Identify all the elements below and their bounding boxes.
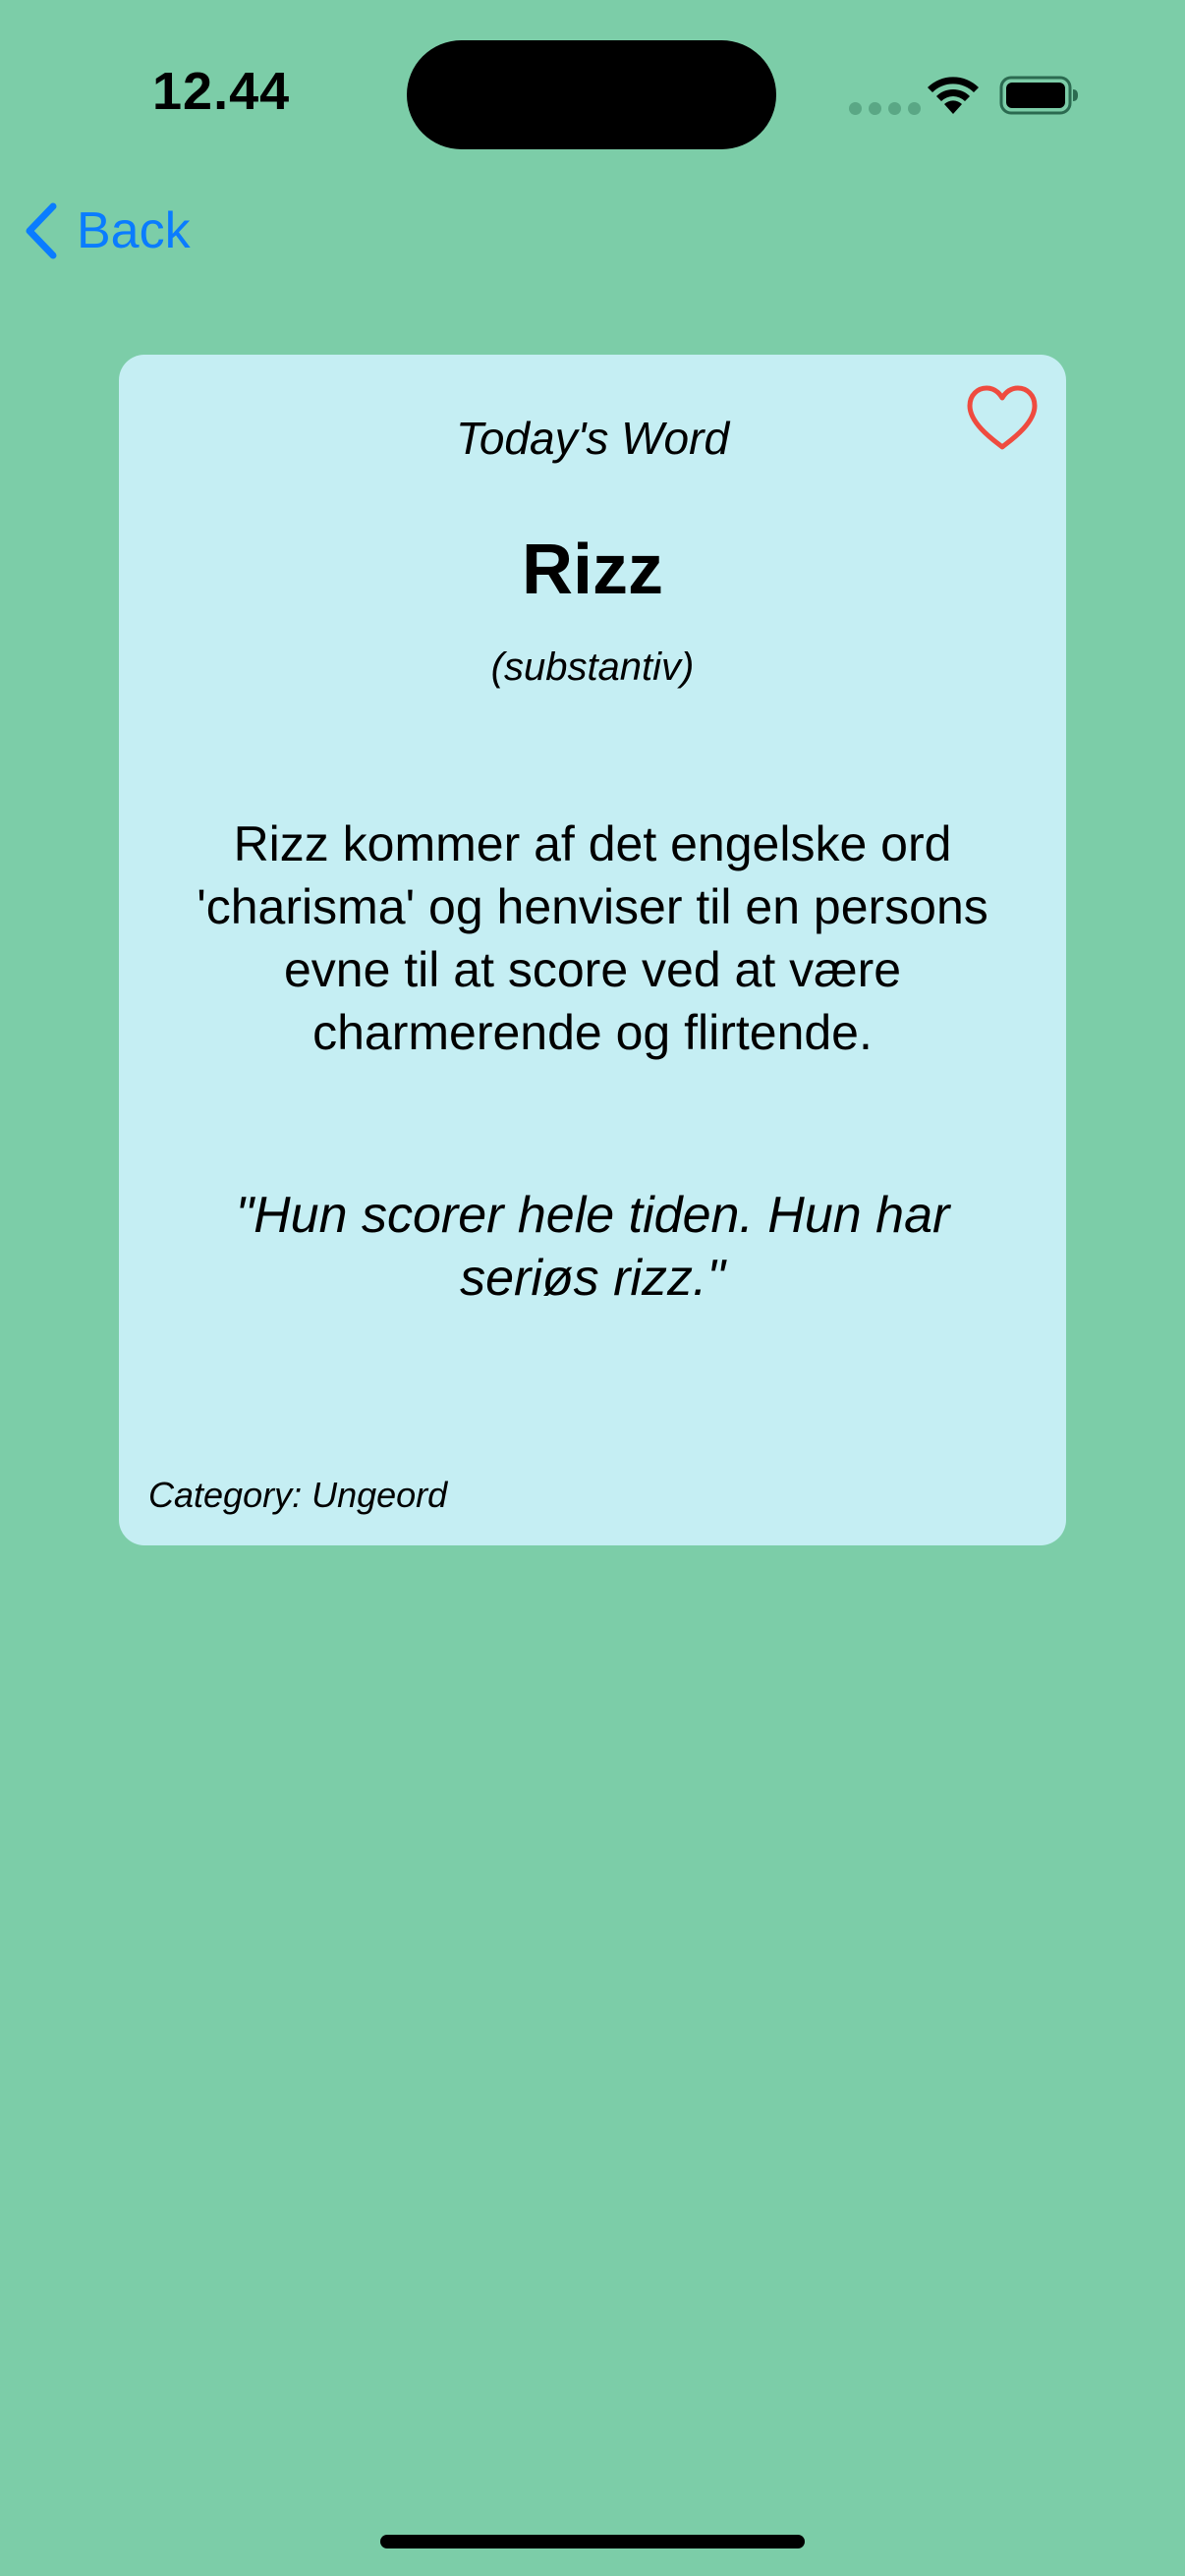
word-definition: Rizz kommer af det engelske ord 'charism… — [197, 816, 988, 1060]
word-title: Rizz — [522, 531, 663, 609]
part-of-speech: (substantiv) — [490, 645, 695, 689]
back-button[interactable]: Back — [22, 195, 191, 267]
home-indicator[interactable] — [380, 2535, 805, 2548]
card-heading: Today's Word — [455, 413, 730, 464]
cellular-signal-icon — [849, 102, 921, 115]
word-card: Today's Word Rizz (substantiv) Rizz komm… — [119, 355, 1066, 1545]
wifi-icon — [928, 77, 979, 114]
word-example: "Hun scorer hele tiden. Hun har seriøs r… — [235, 1187, 950, 1307]
chevron-left-icon — [26, 202, 57, 259]
battery-icon — [999, 76, 1078, 115]
word-category: Category: Ungeord — [148, 1475, 448, 1515]
back-label: Back — [77, 202, 191, 259]
dynamic-island — [407, 40, 776, 149]
status-time: 12.44 — [152, 62, 291, 121]
